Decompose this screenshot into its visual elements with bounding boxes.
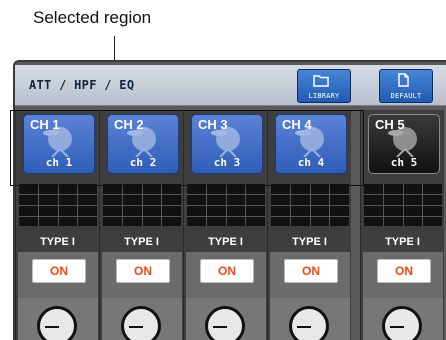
default-button[interactable]: DEFAULT xyxy=(379,69,433,103)
eq-graph xyxy=(187,184,265,226)
default-label: DEFAULT xyxy=(390,92,422,100)
on-area: ON xyxy=(186,252,266,298)
on-area: ON xyxy=(102,252,182,298)
document-icon xyxy=(398,73,409,87)
eq-graph xyxy=(19,184,97,226)
on-area: ON xyxy=(363,252,443,298)
on-area: ON xyxy=(18,252,98,298)
attenuator-knob[interactable] xyxy=(289,306,329,340)
eq-graph xyxy=(271,184,349,226)
folder-icon xyxy=(313,75,329,87)
eq-on-button[interactable]: ON xyxy=(377,259,431,283)
panel-titlebar: ATT / HPF / EQ LIBRARY DEFAULT xyxy=(15,65,446,106)
selected-region-outline xyxy=(10,110,364,186)
panel-title: ATT / HPF / EQ xyxy=(29,78,135,92)
library-button[interactable]: LIBRARY xyxy=(297,69,351,103)
att-hpf-eq-panel: ATT / HPF / EQ LIBRARY DEFAULT CH 1 ch 1… xyxy=(13,60,446,340)
knob-area xyxy=(18,298,98,340)
library-label: LIBRARY xyxy=(308,92,340,100)
knob-area xyxy=(363,298,443,340)
eq-type-label: TYPE I xyxy=(40,236,75,248)
eq-graph xyxy=(103,184,181,226)
eq-on-button[interactable]: ON xyxy=(116,259,170,283)
channel-name: ch 5 xyxy=(390,156,418,169)
on-area: ON xyxy=(270,252,350,298)
selected-region-callout: Selected region xyxy=(33,8,152,27)
channel-strip-5: CH 5 ch 5 TYPE I ON xyxy=(360,110,444,340)
channel-select-button-5[interactable]: CH 5 ch 5 xyxy=(368,114,440,174)
eq-on-button[interactable]: ON xyxy=(200,259,254,283)
eq-type-label: TYPE I xyxy=(124,236,159,248)
knob-area xyxy=(102,298,182,340)
attenuator-knob[interactable] xyxy=(121,306,161,340)
eq-on-button[interactable]: ON xyxy=(284,259,338,283)
channel-id: CH 5 xyxy=(375,117,405,132)
eq-type-label: TYPE I xyxy=(385,236,420,248)
eq-type-label: TYPE I xyxy=(208,236,243,248)
attenuator-knob[interactable] xyxy=(382,306,422,340)
eq-type-label: TYPE I xyxy=(292,236,327,248)
attenuator-knob[interactable] xyxy=(205,306,245,340)
attenuator-knob[interactable] xyxy=(37,306,77,340)
eq-graph xyxy=(364,184,442,226)
eq-on-button[interactable]: ON xyxy=(32,259,86,283)
knob-area xyxy=(270,298,350,340)
knob-area xyxy=(186,298,266,340)
